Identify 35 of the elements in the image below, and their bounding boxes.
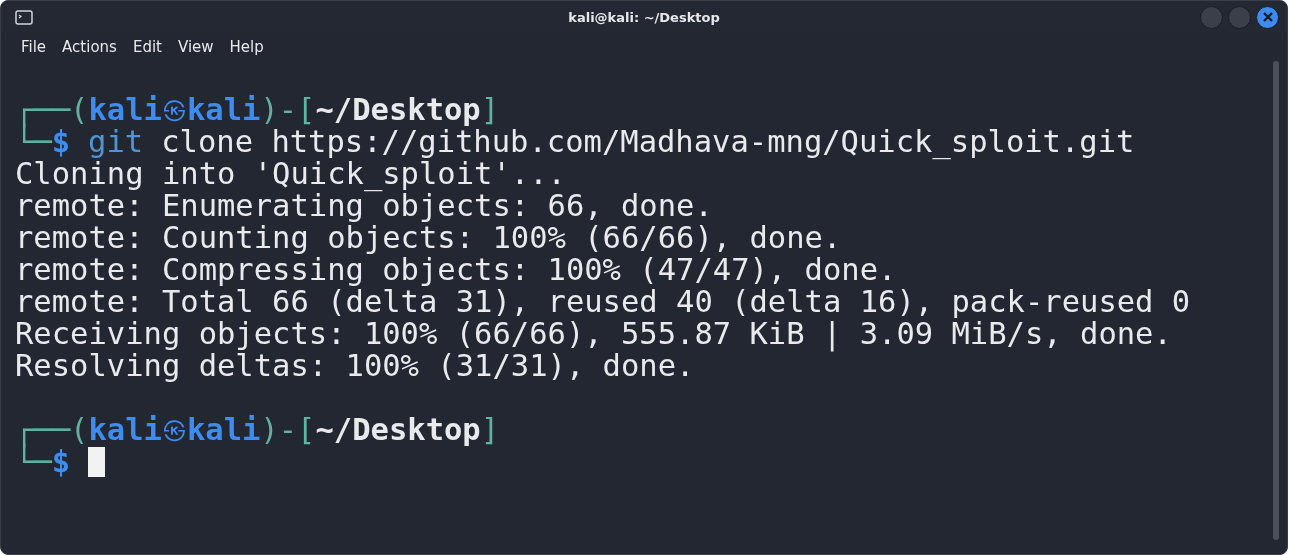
prompt-frame: ]	[480, 414, 500, 446]
window-title: kali@kali: ~/Desktop	[568, 9, 720, 25]
prompt-frame: )-[	[260, 414, 316, 446]
output-line: Cloning into 'Quick_sploit'...	[15, 158, 566, 190]
menu-item[interactable]: Actions	[54, 36, 125, 58]
menu-item[interactable]: View	[169, 36, 222, 58]
terminal-icon	[15, 9, 33, 25]
prompt-separator: ㉿	[161, 414, 187, 446]
minimize-button[interactable]	[1200, 5, 1223, 29]
maximize-button[interactable]	[1228, 5, 1251, 29]
prompt-frame: ]	[480, 94, 500, 126]
menu-item[interactable]: Help	[221, 36, 272, 58]
close-icon	[1262, 12, 1273, 22]
prompt-frame: )-[	[260, 94, 316, 126]
output-line: remote: Compressing objects: 100% (47/47), done.	[15, 254, 897, 286]
output-line: Receiving objects: 100% (66/66), 555.87 KiB | 3.09 MiB/s, done.	[15, 318, 1172, 350]
prompt-symbol: $	[51, 446, 71, 478]
command-arguments: clone https://github.com/Madhava-mng/Quick_sploit.git	[161, 126, 1135, 158]
output-line: remote: Total 66 (delta 31), reused 40 (delta 16), pack-reused 0	[15, 286, 1191, 318]
command-name: git	[88, 126, 144, 158]
prompt-user: kali	[88, 94, 162, 126]
prompt-host: kali	[186, 94, 261, 126]
prompt-symbol: $	[51, 126, 71, 158]
menu-item[interactable]: File	[13, 36, 55, 58]
prompt-separator: ㉿	[161, 94, 187, 126]
prompt-user: kali	[88, 414, 162, 446]
output-line: Resolving deltas: 100% (31/31), done.	[15, 350, 695, 382]
prompt-path: ~/Desktop	[315, 414, 481, 446]
menu-item[interactable]: Edit	[124, 36, 170, 58]
prompt-path: ~/Desktop	[315, 94, 481, 126]
prompt-host: kali	[186, 414, 261, 446]
scrollbar[interactable]	[1273, 61, 1279, 540]
close-button[interactable]	[1256, 5, 1279, 29]
output-line: remote: Counting objects: 100% (66/66), done.	[15, 222, 842, 254]
output-line: remote: Enumerating objects: 66, done.	[15, 190, 713, 222]
